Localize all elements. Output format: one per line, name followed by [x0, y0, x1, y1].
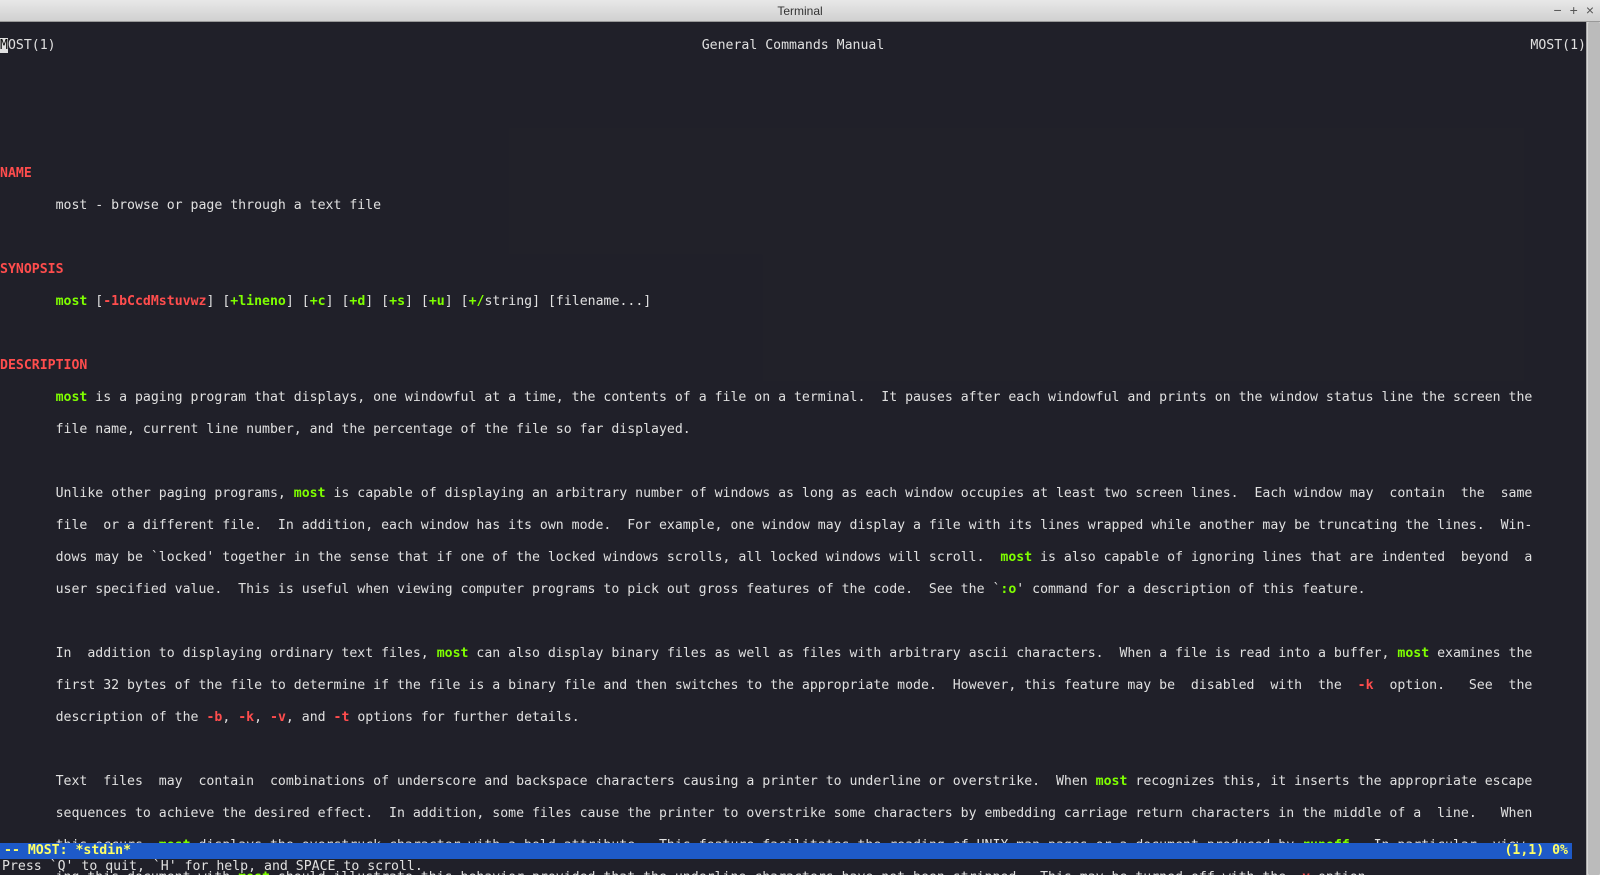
- window-titlebar: Terminal − + ×: [0, 0, 1600, 22]
- synopsis-line: most [-1bCcdMstuvwz] [+lineno] [+c] [+d]…: [0, 294, 1586, 310]
- status-position: (1,1) 0%: [1504, 843, 1568, 859]
- close-button[interactable]: ×: [1586, 2, 1594, 18]
- scrollbar[interactable]: [1586, 22, 1600, 875]
- man-page-header: MOST(1)General Commands ManualMOST(1): [0, 38, 1586, 54]
- minimize-button[interactable]: −: [1553, 2, 1561, 18]
- section-name: NAME: [0, 166, 32, 181]
- maximize-button[interactable]: +: [1570, 2, 1578, 18]
- status-left: -- MOST: *stdin*: [4, 843, 131, 859]
- scrollbar-thumb[interactable]: [1588, 22, 1600, 875]
- window-controls: − + ×: [1553, 2, 1594, 18]
- terminal-viewport[interactable]: MOST(1)General Commands ManualMOST(1) NA…: [0, 22, 1600, 875]
- most-status-bar: -- MOST: *stdin* (1,1) 0%: [0, 843, 1572, 859]
- section-synopsis: SYNOPSIS: [0, 262, 64, 277]
- most-help-line: Press `Q' to quit, `H' for help, and SPA…: [0, 859, 423, 875]
- window-title: Terminal: [777, 4, 822, 18]
- section-description: DESCRIPTION: [0, 358, 87, 373]
